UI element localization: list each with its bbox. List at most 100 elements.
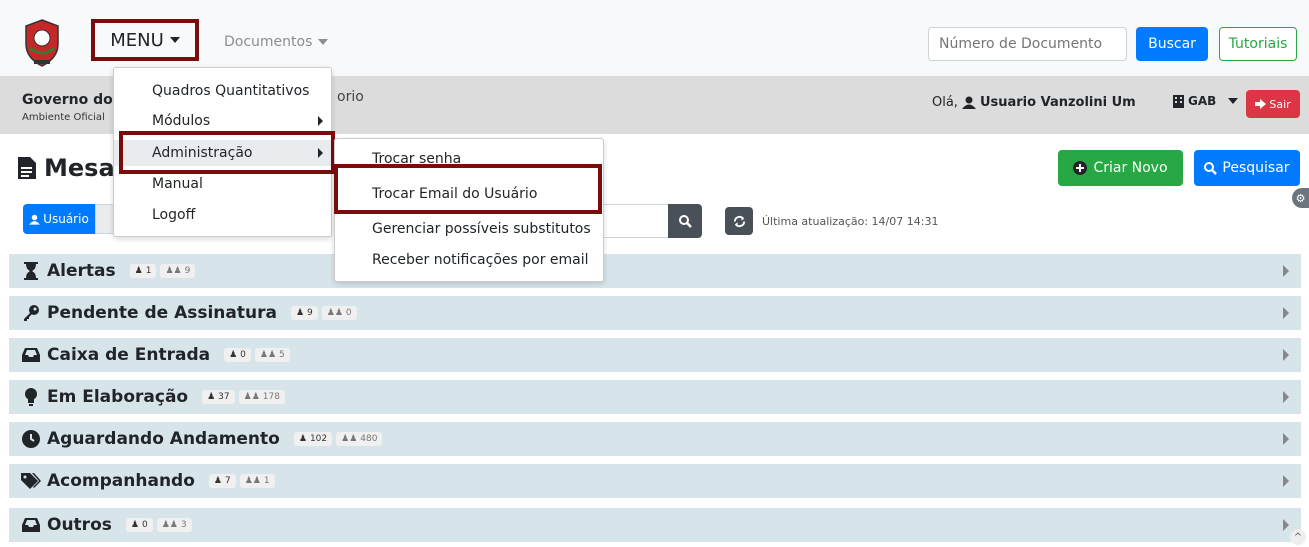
- chevron-right-icon: [1283, 265, 1289, 277]
- group-count-badge: ♟♟ 5: [254, 348, 290, 362]
- sp-brasao-logo[interactable]: [20, 18, 64, 68]
- category-row-alertas[interactable]: Alertas ♟ 1 ♟♟ 9: [9, 254, 1301, 288]
- menu-dropdown-button[interactable]: MENU: [91, 19, 199, 61]
- category-label: Alertas: [47, 261, 116, 281]
- user-count: 0: [240, 350, 246, 360]
- user-name: Usuario Vanzolini Um: [979, 95, 1136, 110]
- building-icon: [1173, 94, 1184, 108]
- caret-down-icon: [169, 37, 180, 43]
- group-count: 1: [263, 476, 270, 486]
- caret-right-icon: [318, 116, 323, 126]
- category-label: Pendente de Assinatura: [47, 303, 277, 323]
- user-count-badge: ♟ 9: [290, 306, 318, 320]
- user-count-badge: ♟ 1: [129, 264, 157, 278]
- user-count: 9: [307, 308, 313, 318]
- user-count: 7: [224, 476, 231, 486]
- user-count: 0: [141, 520, 148, 530]
- chevron-right-icon: [1283, 391, 1289, 403]
- caret-down-icon: [1228, 98, 1239, 104]
- search-icon: [678, 214, 692, 228]
- document-number-input[interactable]: [928, 27, 1127, 61]
- group-count-badge: ♟♟ 1: [239, 474, 275, 488]
- pesquisar-button[interactable]: Pesquisar: [1194, 150, 1300, 186]
- sair-label: Sair: [1269, 97, 1291, 111]
- user-count-badge: ♟ 7: [208, 474, 236, 488]
- documentos-dropdown[interactable]: Documentos: [224, 34, 329, 50]
- tutoriais-button[interactable]: Tutoriais: [1219, 27, 1297, 61]
- category-row-pendente[interactable]: Pendente de Assinatura ♟ 9 ♟♟ 0: [9, 296, 1301, 330]
- refresh-icon: [733, 215, 745, 227]
- menu-item-quadros[interactable]: Quadros Quantitativos: [114, 78, 331, 104]
- category-label: Aguardando Andamento: [47, 429, 280, 449]
- submenu-item-label: Receber notificações por email: [372, 252, 589, 268]
- key-icon: [21, 303, 41, 323]
- category-row-acompanhando[interactable]: Acompanhando ♟ 7 ♟♟ 1: [9, 464, 1301, 498]
- group-count-badge: ♟♟ 3: [156, 518, 192, 532]
- criar-novo-button[interactable]: Criar Novo: [1058, 150, 1183, 186]
- documentos-label: Documentos: [224, 34, 313, 50]
- plus-circle-icon: [1073, 161, 1088, 175]
- pesquisar-label: Pesquisar: [1222, 160, 1290, 176]
- gear-icon[interactable]: ⚙: [1292, 188, 1309, 208]
- menu-label: MENU: [110, 29, 164, 51]
- filter-search-button[interactable]: [668, 204, 702, 238]
- hourglass-icon: [21, 261, 41, 281]
- group-count: 0: [345, 308, 352, 318]
- user-count: 37: [218, 392, 230, 402]
- category-label: Acompanhando: [47, 471, 195, 491]
- menu-item-logoff[interactable]: Logoff: [114, 202, 331, 228]
- chevron-right-icon: [1283, 307, 1289, 319]
- category-row-em-elaboracao[interactable]: Em Elaboração ♟ 37 ♟♟ 178: [9, 380, 1301, 414]
- menu-item-label: Módulos: [152, 113, 211, 129]
- group-count: 9: [184, 266, 191, 276]
- user-icon: [961, 96, 976, 109]
- scroll-top-button[interactable]: ^: [1290, 529, 1306, 545]
- tags-icon: [21, 471, 41, 491]
- tab-usuario[interactable]: Usuário: [23, 204, 95, 234]
- menu-item-label: Logoff: [152, 207, 196, 223]
- menu-item-manual[interactable]: Manual: [114, 171, 331, 197]
- user-count-badge: ♟ 0: [224, 348, 251, 362]
- tab-usuario-label: Usuário: [43, 212, 89, 226]
- user-count-badge: ♟ 37: [202, 390, 235, 404]
- group-count: 480: [360, 434, 378, 444]
- refresh-button[interactable]: [725, 207, 753, 235]
- criar-novo-label: Criar Novo: [1093, 160, 1168, 176]
- group-count-badge: ♟♟ 480: [336, 432, 383, 446]
- chevron-right-icon: [1283, 433, 1289, 445]
- category-row-aguardando[interactable]: Aguardando Andamento ♟ 102 ♟♟ 480: [9, 422, 1301, 456]
- filter-input[interactable]: [600, 204, 670, 238]
- menu-item-label: Manual: [152, 176, 203, 192]
- chevron-right-icon: [1283, 519, 1289, 531]
- group-count-badge: ♟♟ 0: [321, 306, 357, 320]
- user-count: 102: [309, 434, 328, 444]
- greeting-text: Olá,: [932, 95, 958, 110]
- org-name: Governo do: [22, 92, 113, 108]
- group-count-badge: ♟♟ 9: [160, 264, 196, 278]
- submenu-item-label: Gerenciar possíveis substitutos: [372, 221, 591, 237]
- group-count: 178: [262, 392, 280, 402]
- category-row-outros[interactable]: Outros ♟ 0 ♟♟ 3: [9, 508, 1301, 542]
- user-count-badge: ♟ 0: [125, 518, 153, 532]
- submenu-item-substitutos[interactable]: Gerenciar possíveis substitutos: [335, 214, 603, 244]
- category-label: Outros: [47, 515, 112, 535]
- user-icon: [29, 214, 41, 225]
- sign-out-icon: [1255, 99, 1267, 109]
- last-update-text: Última atualização: 14/07 14:31: [762, 215, 939, 228]
- org-name-continuation: orio: [337, 89, 364, 105]
- buscar-button[interactable]: Buscar: [1136, 27, 1208, 61]
- page-title-text: Mesa: [44, 154, 115, 182]
- unit-dropdown[interactable]: GAB: [1173, 94, 1239, 108]
- submenu-item-notificacoes[interactable]: Receber notificações por email: [335, 245, 603, 275]
- chevron-right-icon: [1283, 349, 1289, 361]
- inbox-icon: [21, 345, 41, 365]
- user-count: 1: [145, 266, 152, 276]
- inbox-icon: [21, 515, 41, 535]
- category-row-caixa-entrada[interactable]: Caixa de Entrada ♟ 0 ♟♟ 5: [9, 338, 1301, 372]
- category-label: Em Elaboração: [47, 387, 189, 407]
- search-icon: [1204, 161, 1218, 175]
- group-count: 3: [180, 520, 187, 530]
- group-count-badge: ♟♟ 178: [238, 390, 285, 404]
- menu-item-label: Quadros Quantitativos: [152, 83, 310, 99]
- sair-button[interactable]: Sair: [1246, 90, 1300, 118]
